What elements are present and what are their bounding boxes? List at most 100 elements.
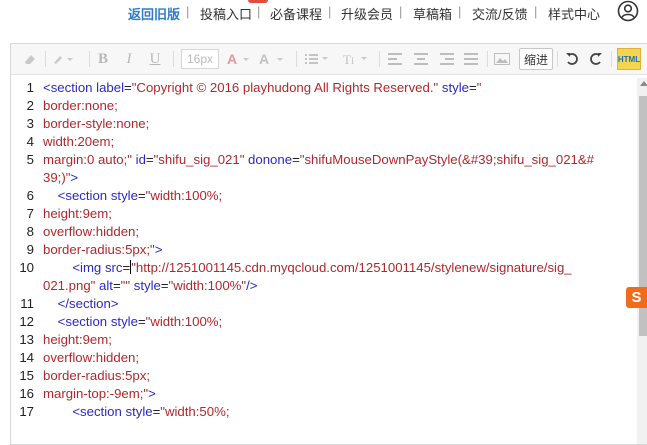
- code-token: border-radius:5px;": [43, 242, 155, 257]
- code-token: "width:100%;: [145, 314, 223, 329]
- code-line: height:9em;: [43, 332, 112, 347]
- code-token: 39;)": [43, 170, 71, 185]
- code-line: border-style:none;: [43, 116, 149, 131]
- code-token: =: [160, 278, 169, 293]
- list-icon[interactable]: [303, 49, 331, 69]
- code-line: <section label="Copyright © 2016 playhud…: [43, 80, 481, 95]
- nav-drafts[interactable]: 草稿箱: [413, 4, 452, 23]
- line-number: 9: [26, 242, 34, 257]
- line-number: 8: [26, 224, 34, 239]
- redo-icon[interactable]: [587, 49, 605, 69]
- code-line: <section style="width:100%;: [43, 188, 223, 203]
- underline-icon[interactable]: U: [147, 49, 163, 69]
- html-source-button[interactable]: HTML: [617, 48, 641, 70]
- line-number: 6: [26, 188, 34, 203]
- nav-separator: |: [458, 4, 462, 19]
- format-brush-icon[interactable]: [51, 49, 75, 69]
- code-token: <section: [57, 314, 111, 329]
- code-token: =: [292, 152, 300, 167]
- font-size-select[interactable]: 16px: [181, 49, 219, 69]
- sogou-logo-icon[interactable]: S: [626, 287, 647, 308]
- code-token: id: [135, 152, 146, 167]
- font-color-icon[interactable]: A: [225, 49, 253, 69]
- code-token: border-radius:5px;: [43, 368, 151, 383]
- nav-required-courses[interactable]: 必备课程: [270, 4, 322, 23]
- code-token: =: [137, 188, 146, 203]
- code-token: "": [120, 278, 131, 293]
- code-token: "http://1251001145.cdn.myqcloud.com/1251…: [131, 260, 572, 275]
- code-token: src: [104, 260, 123, 275]
- line-number: 7: [26, 206, 34, 221]
- code-line: <section style="width:100%;: [43, 314, 223, 329]
- nav-submit-entry[interactable]: 投稿入口: [200, 4, 252, 23]
- undo-icon[interactable]: [563, 49, 581, 69]
- toolbar-divider: [379, 51, 380, 67]
- user-circle-icon[interactable]: [617, 0, 639, 22]
- code-line: <section style="width:50%;: [43, 404, 230, 419]
- highlight-icon[interactable]: A: [257, 49, 287, 69]
- code-token: margin-top:-9em;": [43, 386, 149, 401]
- code-token: "Copyright © 2016 playhudong All Rights …: [131, 80, 439, 95]
- code-token: <section: [43, 80, 97, 95]
- code-token: </section>: [57, 296, 119, 311]
- code-token: =: [145, 152, 154, 167]
- toolbar-divider: [487, 51, 488, 67]
- nav-separator: |: [186, 4, 190, 19]
- code-line: overflow:hidden;: [43, 350, 139, 365]
- code-token: width:20em;: [43, 134, 115, 149]
- scroll-up-arrow-icon[interactable]: [640, 81, 647, 86]
- align-left-icon[interactable]: [387, 49, 403, 69]
- code-token: "width:100%": [168, 278, 247, 293]
- code-token: "shifu_sig_021": [153, 152, 245, 167]
- code-token: =: [122, 260, 131, 275]
- nav-separator: |: [257, 4, 261, 19]
- align-center-icon[interactable]: [413, 49, 429, 69]
- editor-toolbar: B I U 16px A A TI 缩进 HTML: [11, 44, 647, 75]
- code-token: <img: [72, 260, 105, 275]
- code-token: >: [154, 242, 163, 257]
- code-editor: B I U 16px A A TI 缩进 HTML 1 <section lab…: [10, 43, 647, 445]
- nav-feedback[interactable]: 交流/反馈: [472, 4, 528, 23]
- line-number: 16: [19, 386, 34, 401]
- text-height-icon[interactable]: TI: [341, 49, 371, 69]
- justify-icon[interactable]: [463, 49, 479, 69]
- code-token: height:9em;: [43, 206, 112, 221]
- line-number: 2: [26, 98, 34, 113]
- code-line: border-radius:5px;">: [43, 242, 162, 257]
- nav-style-center[interactable]: 样式中心: [548, 4, 600, 23]
- bold-icon[interactable]: B: [95, 49, 111, 69]
- align-right-icon[interactable]: [439, 49, 455, 69]
- code-token: border:none;: [43, 98, 118, 113]
- line-number: 4: [26, 134, 34, 149]
- code-token: border-style:none;: [43, 116, 150, 131]
- indent-button[interactable]: 缩进: [519, 48, 553, 70]
- code-token: "width:100%;: [145, 188, 223, 203]
- nav-separator: |: [328, 4, 332, 19]
- toolbar-divider: [173, 51, 174, 67]
- nav-back-to-old-version[interactable]: 返回旧版: [128, 4, 180, 23]
- code-token: "shifuMouseDownPayStyle(&#39;shifu_sig_0…: [299, 152, 595, 167]
- code-line: width:20em;: [43, 134, 114, 149]
- code-line: overflow:hidden;: [43, 224, 139, 239]
- line-number: 10: [19, 260, 34, 275]
- line-number: 1: [26, 80, 34, 95]
- eraser-icon[interactable]: [21, 49, 39, 69]
- code-line: margin-top:-9em;">: [43, 386, 156, 401]
- line-number: 14: [19, 350, 34, 365]
- toolbar-divider: [296, 51, 297, 67]
- code-token: =: [124, 80, 132, 95]
- code-token: style: [441, 80, 469, 95]
- code-token: =: [112, 278, 121, 293]
- italic-icon[interactable]: I: [121, 49, 137, 69]
- code-token: "width:50%;: [160, 404, 230, 419]
- svg-text:T: T: [343, 52, 351, 66]
- code-token: >: [70, 170, 79, 185]
- line-number: 13: [19, 332, 34, 347]
- image-icon[interactable]: [493, 49, 511, 69]
- nav-upgrade-membership[interactable]: 升级会员: [341, 4, 393, 23]
- top-navigation: 返回旧版 | 投稿入口 | 必备课程 | 升级会员 | 草稿箱 | 交流/反馈 …: [0, 0, 647, 26]
